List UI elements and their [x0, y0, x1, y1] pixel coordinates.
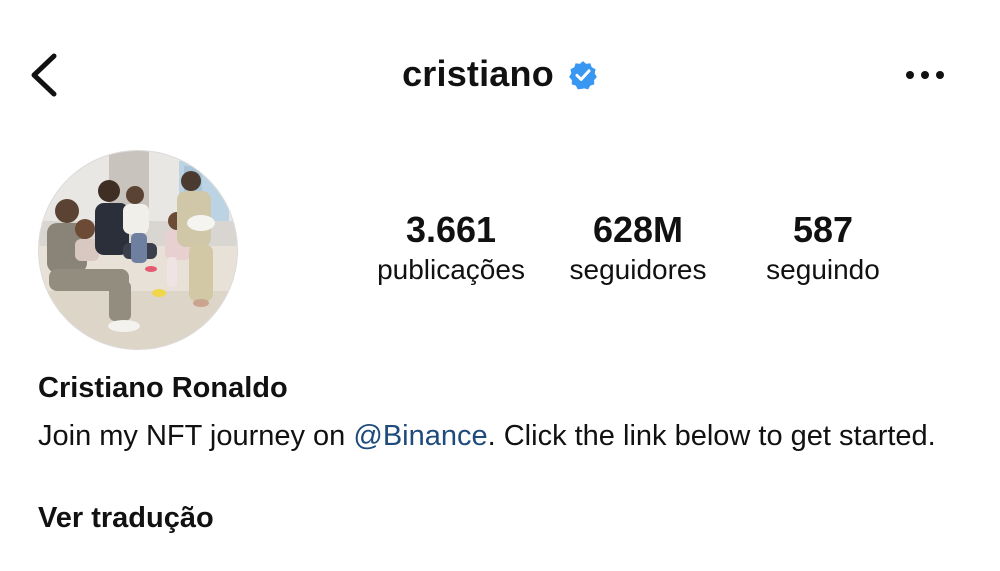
more-horizontal-icon: [906, 71, 944, 79]
followers-label: seguidores: [569, 254, 707, 285]
see-translation-link[interactable]: Ver tradução: [38, 498, 214, 538]
posts-stat[interactable]: 3.661 publicações: [365, 208, 537, 288]
profile-header: cristiano: [0, 48, 1000, 100]
bio-text-prefix: Join my NFT journey on: [38, 420, 354, 452]
verified-badge-icon: [569, 61, 597, 90]
avatar[interactable]: [38, 150, 238, 350]
posts-count: 3.661: [405, 209, 497, 250]
more-options-button[interactable]: [900, 60, 950, 90]
bio-mention-link[interactable]: @Binance: [353, 420, 487, 452]
username-title: cristiano: [402, 53, 554, 94]
following-label: seguindo: [766, 254, 880, 285]
followers-stat[interactable]: 628M seguidores: [548, 208, 728, 288]
bio: Join my NFT journey on @Binance. Click t…: [38, 416, 978, 457]
following-count: 587: [792, 209, 854, 250]
bio-text-suffix: . Click the link below to get started.: [487, 420, 936, 452]
display-name: Cristiano Ronaldo: [38, 372, 288, 404]
following-stat[interactable]: 587 seguindo: [748, 208, 898, 288]
followers-count: 628M: [592, 209, 684, 250]
posts-label: publicações: [377, 254, 525, 285]
profile-photo: [39, 151, 237, 349]
